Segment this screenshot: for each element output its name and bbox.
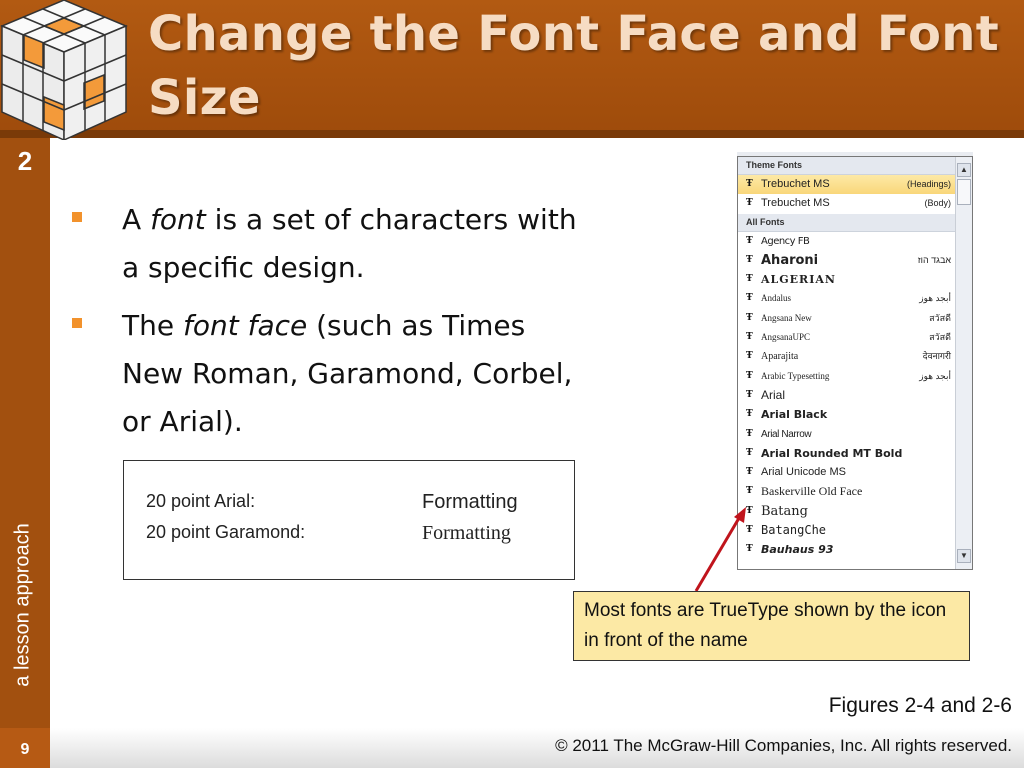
font-name: Agency FB — [761, 235, 810, 247]
truetype-icon: Ŧ — [746, 179, 753, 189]
truetype-icon: Ŧ — [746, 389, 753, 400]
font-list-item[interactable]: Ŧ Arial — [738, 386, 955, 405]
truetype-icon: Ŧ — [746, 312, 753, 323]
page-number: 9 — [0, 728, 50, 768]
font-name: ALGERIAN — [761, 273, 836, 287]
font-name: Arial — [761, 387, 786, 402]
font-list-item[interactable]: Ŧ Agency FB — [738, 232, 955, 251]
sample-value: Formatting — [422, 491, 518, 513]
font-name: Arabic Typesetting — [761, 370, 830, 381]
truetype-icon: Ŧ — [746, 409, 753, 420]
font-sample-script: (Body) — [924, 198, 951, 209]
font-list-item[interactable]: Ŧ Trebuchet MS (Headings) — [738, 175, 955, 195]
truetype-icon: Ŧ — [746, 428, 753, 439]
slide-title: Change the Font Face and Font Size — [148, 6, 999, 126]
truetype-icon: Ŧ — [746, 486, 753, 497]
bullet-list: A font is a set of characters with a spe… — [72, 196, 592, 456]
callout-arrow — [694, 507, 746, 592]
font-list-item[interactable]: Ŧ Arial Narrow — [738, 425, 955, 444]
sample-label: 20 point Arial: — [146, 491, 256, 511]
theme-fonts-list: Ŧ Trebuchet MS (Headings) Ŧ Trebuchet MS (Bod… — [738, 175, 955, 214]
font-name: BatangChe — [761, 523, 827, 538]
font-list-item[interactable]: Ŧ Arial Unicode MS — [738, 463, 955, 482]
truetype-icon: Ŧ — [746, 332, 753, 343]
font-name: Bauhaus 93 — [761, 543, 834, 557]
font-dropdown-list[interactable]: Theme Fonts Ŧ Trebuchet MS (Headings) Ŧ Treb… — [737, 156, 973, 570]
font-name: Aharoni — [761, 252, 819, 268]
font-sample-script: สวัสดี — [929, 332, 951, 343]
truetype-icon: Ŧ — [746, 198, 753, 209]
font-name: Angsana New — [761, 312, 812, 323]
font-list-item[interactable]: Ŧ Trebuchet MS (Body) — [738, 194, 955, 213]
font-sample-script: אבגד הוז — [917, 254, 951, 265]
all-fonts-header: All Fonts — [738, 213, 955, 232]
font-name: Batang — [761, 503, 808, 519]
font-list-item[interactable]: Ŧ Bauhaus 93 — [738, 540, 955, 559]
font-name: Arial Black — [761, 408, 828, 422]
truetype-icon: Ŧ — [746, 235, 753, 246]
font-list-item[interactable]: Ŧ Aparajita देवनागरी — [738, 347, 955, 366]
truetype-icon: Ŧ — [746, 351, 753, 362]
bullet-square-icon — [72, 318, 82, 328]
truetype-icon: Ŧ — [746, 293, 753, 304]
sidebar-tagline: a lesson approach — [11, 523, 34, 687]
sample-row-arial: 20 point Arial: Formatting — [146, 491, 518, 513]
font-list-item[interactable]: Ŧ Andalus أبجد هوز — [738, 289, 955, 308]
font-name: Aparajita — [761, 351, 799, 363]
font-list-body: Theme Fonts Ŧ Trebuchet MS (Headings) Ŧ Treb… — [738, 157, 955, 569]
truetype-icon: Ŧ — [746, 274, 753, 285]
font-sample-script: أبجد هوز — [919, 370, 951, 381]
sample-row-garamond: 20 point Garamond: Formatting — [146, 522, 511, 544]
font-name: AngsanaUPC — [761, 332, 810, 343]
scroll-down-icon[interactable]: ▼ — [957, 549, 971, 563]
font-list-item[interactable]: Ŧ Aharoni אבגד הוז — [738, 251, 955, 270]
sample-value: Formatting — [422, 522, 511, 544]
bullet-item: A font is a set of characters with a spe… — [72, 196, 592, 292]
bullet-item: The font face (such as Times New Roman, … — [72, 302, 592, 446]
font-sample-script: (Headings) — [906, 179, 951, 189]
truetype-callout: Most fonts are TrueType shown by the ico… — [573, 591, 970, 661]
scroll-thumb[interactable] — [957, 179, 971, 205]
font-list-item[interactable]: Ŧ Arial Rounded MT Bold — [738, 444, 955, 463]
font-list-item[interactable]: Ŧ BatangChe — [738, 521, 955, 540]
font-name: Trebuchet MS — [761, 197, 830, 210]
sample-label: 20 point Garamond: — [146, 522, 306, 542]
font-list-scrollbar[interactable]: ▲ ▼ — [955, 157, 972, 569]
font-sample-script: देवनागरी — [922, 351, 951, 362]
font-name: Arial Narrow — [761, 428, 812, 440]
font-list-item[interactable]: Ŧ Arabic Typesetting أبجد هوز — [738, 367, 955, 386]
rubiks-cube-logo — [0, 0, 128, 140]
font-name: Arial Unicode MS — [761, 466, 846, 479]
font-sample-figure: 20 point Arial: Formatting 20 point Gara… — [123, 460, 575, 580]
all-fonts-list: Ŧ Agency FB Ŧ Aharoni אבגד הוז Ŧ ALGERIAN Ŧ Anda… — [738, 232, 955, 560]
truetype-icon: Ŧ — [746, 370, 753, 381]
font-name: Trebuchet MS — [761, 178, 830, 190]
font-name: Arial Rounded MT Bold — [761, 446, 903, 460]
truetype-icon: Ŧ — [746, 447, 753, 458]
font-sample-script: สวัสดี — [929, 312, 951, 323]
font-list-item[interactable]: Ŧ ALGERIAN — [738, 270, 955, 289]
font-list-item[interactable]: Ŧ Arial Black — [738, 405, 955, 424]
figures-caption: Figures 2-4 and 2-6 — [828, 694, 1012, 717]
font-sample-script: أبجد هوز — [919, 293, 951, 304]
chapter-number: 2 — [17, 146, 33, 176]
copyright-text: © 2011 The McGraw-Hill Companies, Inc. A… — [555, 736, 1012, 755]
font-name: Andalus — [761, 293, 791, 304]
theme-fonts-header: Theme Fonts — [738, 157, 955, 175]
truetype-icon: Ŧ — [746, 254, 753, 265]
truetype-icon: Ŧ — [746, 467, 753, 478]
header-divider — [0, 130, 1024, 138]
scroll-up-icon[interactable]: ▲ — [957, 163, 971, 177]
font-list-item[interactable]: Ŧ AngsanaUPC สวัสดี — [738, 328, 955, 347]
font-name: Baskerville Old Face — [761, 484, 863, 499]
font-list-item[interactable]: Ŧ Batang — [738, 502, 955, 521]
font-list-item[interactable]: Ŧ Angsana New สวัสดี — [738, 309, 955, 328]
font-list-item[interactable]: Ŧ Baskerville Old Face — [738, 482, 955, 501]
bullet-square-icon — [72, 212, 82, 222]
